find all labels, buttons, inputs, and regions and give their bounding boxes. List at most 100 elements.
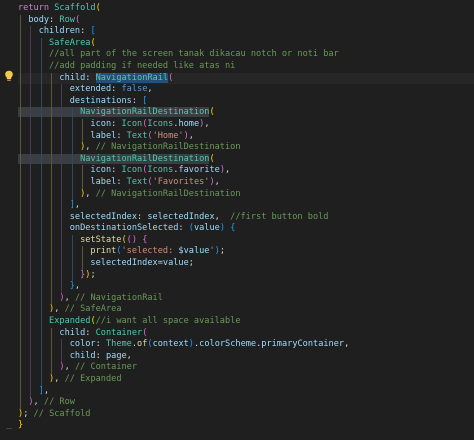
code-line[interactable]: Expanded(//i want all space available [18, 316, 474, 328]
code-token: NavigationRailDestination [18, 107, 210, 118]
indent-guide [40, 72, 42, 85]
indent-guide [30, 130, 32, 143]
code-editor[interactable]: return Scaffold( body: Row( children: [ … [0, 0, 474, 440]
indent-guide [30, 95, 32, 108]
code-line[interactable]: destinations: [ [18, 95, 474, 108]
indent-guide [82, 118, 84, 131]
indent-guide [51, 95, 53, 108]
code-token: $value [178, 246, 210, 257]
code-line[interactable]: //add padding if needed like atas ni [18, 60, 474, 73]
indent-guide [51, 223, 53, 235]
code-token: return [18, 3, 55, 13]
code-line[interactable]: ], [18, 385, 474, 398]
code-line[interactable]: extended: false, [18, 84, 474, 96]
indent-guide [51, 327, 53, 340]
code-token: ) [18, 374, 55, 384]
code-token: destinations [18, 95, 132, 106]
indent-guide [61, 118, 63, 131]
code-token: ( [209, 107, 215, 118]
indent-guide [40, 234, 42, 247]
code-line[interactable]: ), // Expanded [18, 374, 474, 386]
indent-guide [51, 258, 53, 270]
code-line[interactable]: body: Row( [18, 14, 474, 27]
code-line[interactable]: child: Container( [18, 327, 474, 340]
code-line[interactable]: icon: Icon(Icons.home), [18, 118, 474, 131]
code-area[interactable]: return Scaffold( body: Row( children: [ … [18, 3, 474, 432]
code-token: [ [142, 95, 148, 106]
indent-guide [20, 258, 21, 270]
indent-guide [51, 130, 53, 143]
code-line[interactable]: ), // NavigationRailDestination [18, 142, 474, 154]
code-line[interactable]: label: Text('Home'), [18, 130, 474, 143]
code-token: : [95, 350, 106, 361]
indent-guide [40, 292, 42, 305]
code-line[interactable]: NavigationRailDestination( [18, 153, 474, 166]
code-line[interactable]: selectedIndex: selectedIndex, //first bu… [18, 211, 474, 224]
indent-guide [51, 281, 53, 293]
indent-guide [71, 130, 73, 143]
indent-guide [51, 362, 53, 374]
indent-guide [61, 234, 63, 247]
indent-guide [40, 200, 42, 212]
code-token: , [54, 374, 65, 384]
code-line[interactable]: ), // Container [18, 362, 474, 374]
code-line[interactable]: color: Theme.of(context).colorScheme.pri… [18, 339, 474, 351]
code-token: false [121, 84, 148, 95]
code-token: , [43, 385, 50, 396]
code-token: colorScheme [199, 339, 257, 350]
code-line[interactable]: ), // SafeArea [18, 304, 474, 317]
code-line[interactable]: ], [18, 200, 474, 212]
code-token: 'selected: [121, 246, 179, 257]
code-line[interactable]: child: NavigationRail( [18, 72, 474, 85]
code-token: //add padding if needed like atas ni [18, 60, 236, 71]
indent-guide [71, 107, 73, 119]
code-token: : [137, 211, 148, 222]
indent-guide [82, 246, 84, 259]
code-line[interactable]: }); [18, 269, 474, 282]
code-line[interactable]: ), // Row [18, 397, 474, 409]
code-token: body [18, 14, 50, 25]
code-line[interactable]: print('selected: $value'); [18, 246, 474, 259]
lightbulb-icon[interactable] [4, 70, 14, 82]
code-token: selectedIndex [18, 211, 137, 222]
code-line[interactable]: child: page, [18, 350, 474, 363]
indent-guide [30, 26, 32, 38]
code-token: , [33, 397, 44, 408]
code-line[interactable]: icon: Icon(Icons.favorite), [18, 165, 474, 177]
code-line[interactable]: }, [18, 281, 474, 293]
indent-guide [20, 316, 21, 328]
code-line[interactable]: selectedIndex=value; [18, 258, 474, 270]
code-token: extended [18, 84, 112, 95]
indent-guide [51, 211, 53, 224]
indent-guide [51, 234, 53, 247]
code-line[interactable]: ), // NavigationRail [18, 292, 474, 305]
indent-guide [40, 95, 42, 108]
code-token: , [188, 130, 194, 141]
code-token: : [111, 118, 122, 129]
code-line[interactable]: NavigationRailDestination( [18, 107, 474, 119]
code-line[interactable]: label: Text('Favorites'), [18, 176, 474, 189]
code-line[interactable]: onDestinationSelected: (value) { [18, 223, 474, 235]
code-line[interactable]: SafeArea( [18, 37, 474, 50]
code-token: // SafeArea [64, 304, 122, 315]
code-line[interactable]: ); // Scaffold [18, 409, 474, 421]
indent-guide [61, 281, 63, 293]
code-line[interactable]: //all part of the screen tanak dikacau n… [18, 49, 474, 61]
indent-guide [40, 118, 42, 131]
indent-guide [20, 130, 21, 143]
indent-guide [30, 107, 32, 119]
code-token: { [230, 223, 236, 234]
code-line[interactable]: ), // NavigationRailDestination [18, 188, 474, 201]
indent-guide [61, 188, 63, 201]
indent-guide [30, 385, 32, 398]
code-token: () [126, 234, 138, 245]
code-line[interactable]: children: [ [18, 26, 474, 38]
code-line[interactable]: return Scaffold( [18, 3, 474, 15]
indent-guide [30, 258, 32, 270]
indent-guide [30, 72, 32, 85]
indent-guide [20, 37, 21, 50]
indent-guide [61, 258, 63, 270]
code-line[interactable]: setState(() { [18, 234, 474, 247]
indent-guide [30, 246, 32, 259]
code-line[interactable]: } [18, 420, 474, 432]
